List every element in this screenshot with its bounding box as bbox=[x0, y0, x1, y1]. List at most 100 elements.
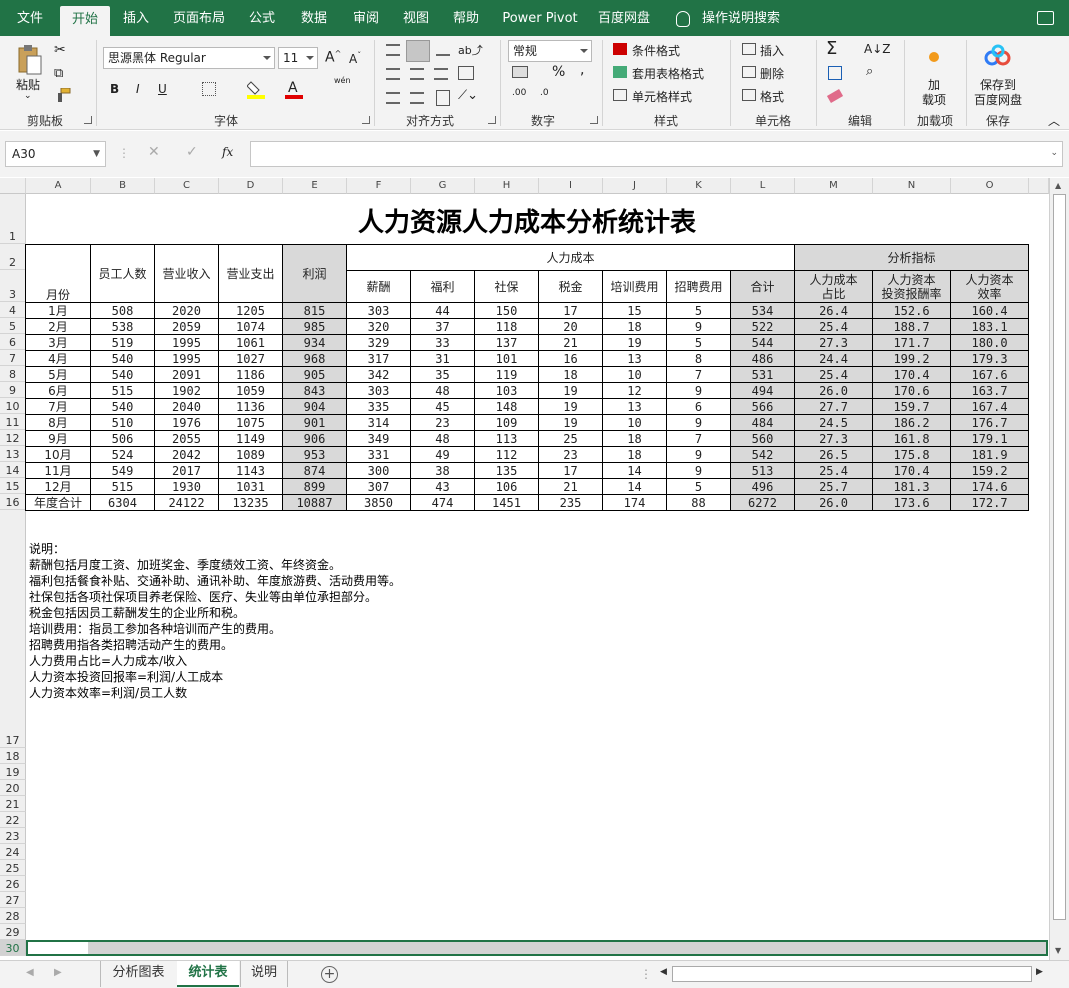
table-cell[interactable]: 27.3 bbox=[794, 334, 874, 351]
table-cell[interactable]: 24.5 bbox=[794, 414, 874, 431]
table-cell[interactable]: 486 bbox=[729, 350, 796, 367]
table-cell[interactable]: 300 bbox=[346, 462, 411, 479]
table-cell[interactable]: 23 bbox=[410, 414, 475, 431]
table-cell[interactable]: 170.4 bbox=[872, 462, 952, 479]
table-cell[interactable]: 496 bbox=[729, 478, 796, 495]
row-header[interactable]: 15 bbox=[0, 478, 26, 494]
table-cell[interactable]: 968 bbox=[282, 350, 347, 367]
table-cell[interactable]: 176.7 bbox=[950, 414, 1030, 431]
increase-indent-icon[interactable] bbox=[410, 92, 424, 104]
comma-style-icon[interactable]: , bbox=[580, 62, 584, 78]
table-cell[interactable]: 904 bbox=[282, 398, 347, 415]
table-cell[interactable]: 317 bbox=[346, 350, 411, 367]
table-cell[interactable]: 12 bbox=[602, 382, 667, 399]
table-cell[interactable]: 23 bbox=[538, 446, 603, 463]
table-cell[interactable]: 5 bbox=[666, 302, 731, 319]
table-cell[interactable]: 4月 bbox=[25, 350, 91, 367]
table-cell[interactable]: 174.6 bbox=[950, 478, 1030, 495]
table-cell[interactable]: 150 bbox=[474, 302, 539, 319]
save-baidu-line2[interactable]: 百度网盘 bbox=[974, 91, 1022, 108]
table-cell[interactable]: 20 bbox=[538, 318, 603, 335]
sheet-tab-notes[interactable]: 说明 bbox=[240, 961, 288, 987]
table-cell[interactable]: 48 bbox=[410, 430, 475, 447]
scroll-left-icon[interactable]: ◀ bbox=[660, 967, 667, 977]
table-cell[interactable]: 1027 bbox=[218, 350, 283, 367]
table-cell[interactable]: 331 bbox=[346, 446, 411, 463]
table-cell[interactable]: 148 bbox=[474, 398, 539, 415]
row-header[interactable]: 21 bbox=[0, 796, 26, 812]
table-cell[interactable]: 19 bbox=[538, 382, 603, 399]
table-cell[interactable]: 21 bbox=[538, 334, 603, 351]
column-header[interactable]: G bbox=[411, 178, 475, 194]
table-cell[interactable]: 7月 bbox=[25, 398, 91, 415]
column-header[interactable]: J bbox=[603, 178, 667, 194]
table-cell[interactable]: 531 bbox=[729, 366, 796, 383]
collapse-ribbon-icon[interactable]: ︿ bbox=[1048, 112, 1060, 129]
column-header[interactable]: N bbox=[873, 178, 951, 194]
table-cell[interactable]: 161.8 bbox=[872, 430, 952, 447]
table-cell[interactable]: 549 bbox=[90, 462, 155, 479]
table-cell[interactable]: 349 bbox=[346, 430, 411, 447]
table-cell[interactable]: 874 bbox=[282, 462, 347, 479]
table-cell[interactable]: 26.0 bbox=[794, 382, 874, 399]
table-cell[interactable]: 566 bbox=[729, 398, 796, 415]
column-header[interactable]: F bbox=[347, 178, 411, 194]
vertical-scrollbar[interactable]: ▲ ▼ bbox=[1049, 178, 1069, 960]
comment-icon[interactable] bbox=[1037, 11, 1054, 25]
next-sheet-icon[interactable]: ▶ bbox=[54, 967, 62, 978]
format-cells-button[interactable]: 格式 bbox=[760, 88, 784, 105]
row-header[interactable]: 11 bbox=[0, 414, 26, 430]
table-cell[interactable]: 183.1 bbox=[950, 318, 1030, 335]
column-header[interactable]: E bbox=[283, 178, 347, 194]
table-cell[interactable]: 1186 bbox=[218, 366, 283, 383]
add-sheet-icon[interactable]: + bbox=[321, 966, 338, 983]
table-cell[interactable]: 1136 bbox=[218, 398, 283, 415]
addins-icon[interactable] bbox=[929, 52, 939, 62]
table-cell[interactable]: 1061 bbox=[218, 334, 283, 351]
copy-icon[interactable]: ⧉ bbox=[54, 66, 63, 81]
table-cell[interactable]: 515 bbox=[90, 478, 155, 495]
table-cell[interactable]: 6月 bbox=[25, 382, 91, 399]
table-cell[interactable]: 899 bbox=[282, 478, 347, 495]
formula-input[interactable]: ⌄ bbox=[250, 141, 1063, 167]
row-header[interactable]: 29 bbox=[0, 924, 26, 940]
table-cell[interactable]: 560 bbox=[729, 430, 796, 447]
table-cell[interactable]: 544 bbox=[729, 334, 796, 351]
table-cell[interactable]: 179.1 bbox=[950, 430, 1030, 447]
table-cell[interactable]: 510 bbox=[90, 414, 155, 431]
table-cell[interactable]: 13235 bbox=[218, 494, 283, 511]
table-cell[interactable]: 170.4 bbox=[872, 366, 952, 383]
table-cell[interactable]: 506 bbox=[90, 430, 155, 447]
table-cell[interactable]: 113 bbox=[474, 430, 539, 447]
column-header[interactable]: B bbox=[91, 178, 155, 194]
table-cell[interactable]: 953 bbox=[282, 446, 347, 463]
enter-icon[interactable]: ✓ bbox=[186, 144, 198, 160]
sort-filter-icon[interactable]: A↓Z bbox=[864, 42, 890, 56]
table-cell[interactable]: 6304 bbox=[90, 494, 155, 511]
cell-style-button[interactable]: 单元格样式 bbox=[632, 88, 692, 105]
table-cell[interactable]: 188.7 bbox=[872, 318, 952, 335]
row-header[interactable]: 5 bbox=[0, 318, 26, 334]
select-all-corner[interactable] bbox=[0, 178, 26, 194]
table-cell[interactable]: 314 bbox=[346, 414, 411, 431]
tab-insert[interactable]: 插入 bbox=[114, 0, 158, 36]
addins-button-line2[interactable]: 载项 bbox=[922, 91, 946, 108]
row-header[interactable]: 17 bbox=[0, 510, 26, 748]
baidu-cloud-icon[interactable] bbox=[984, 44, 1012, 68]
table-cell[interactable]: 1451 bbox=[474, 494, 539, 511]
table-cell[interactable]: 25.4 bbox=[794, 318, 874, 335]
table-cell[interactable]: 540 bbox=[90, 366, 155, 383]
table-cell[interactable]: 8 bbox=[666, 350, 731, 367]
table-cell[interactable]: 14 bbox=[602, 462, 667, 479]
table-cell[interactable]: 18 bbox=[538, 366, 603, 383]
table-cell[interactable]: 2042 bbox=[154, 446, 219, 463]
table-cell[interactable]: 18 bbox=[602, 318, 667, 335]
italic-button[interactable]: I bbox=[136, 82, 140, 96]
font-color-icon[interactable]: A bbox=[285, 78, 305, 100]
table-cell[interactable]: 843 bbox=[282, 382, 347, 399]
table-cell[interactable]: 484 bbox=[729, 414, 796, 431]
table-cell[interactable]: 7 bbox=[666, 430, 731, 447]
table-format-button[interactable]: 套用表格格式 bbox=[632, 65, 704, 82]
table-cell[interactable]: 135 bbox=[474, 462, 539, 479]
table-cell[interactable]: 25.7 bbox=[794, 478, 874, 495]
